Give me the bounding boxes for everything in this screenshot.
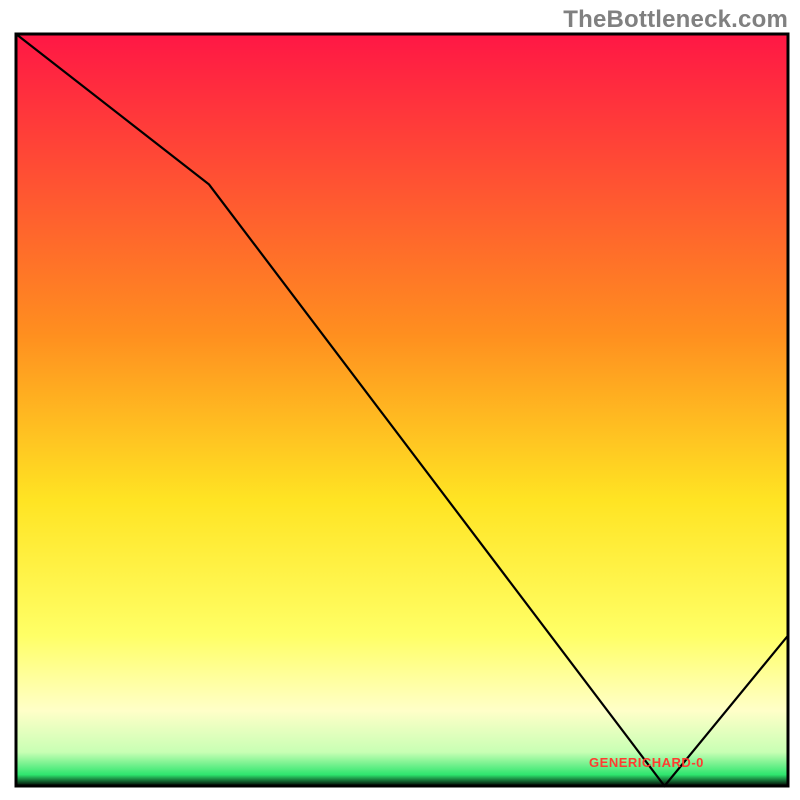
line-chart	[0, 0, 800, 800]
chart-background	[16, 34, 788, 786]
chart-container: TheBottleneck.com GENERICHARD-0	[0, 0, 800, 800]
series-annotation: GENERICHARD-0	[589, 755, 704, 770]
